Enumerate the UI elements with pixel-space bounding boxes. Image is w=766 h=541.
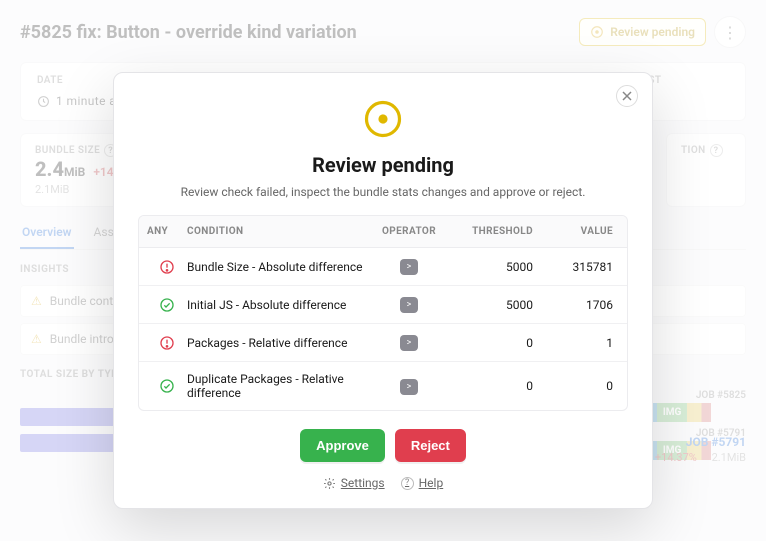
threshold-cell: 5000 — [449, 298, 539, 312]
conditions-table: ANY CONDITION OPERATOR THRESHOLD VALUE B… — [138, 215, 628, 411]
value-cell: 315781 — [539, 260, 619, 274]
condition-row: Bundle Size - Absolute difference >500031… — [139, 248, 627, 285]
close-button[interactable] — [616, 85, 638, 107]
condition-name: Duplicate Packages - Relative difference — [187, 372, 369, 400]
pass-icon — [147, 297, 187, 313]
condition-name: Bundle Size - Absolute difference — [187, 260, 369, 274]
operator-cell: > — [369, 296, 449, 313]
operator-badge: > — [400, 335, 418, 351]
gear-icon — [323, 477, 336, 490]
modal-title: Review pending — [138, 153, 628, 177]
value-cell: 1706 — [539, 298, 619, 312]
value-cell: 0 — [539, 379, 619, 393]
operator-badge: > — [400, 259, 418, 275]
close-icon — [622, 91, 632, 101]
pending-icon — [138, 97, 628, 141]
reject-button[interactable]: Reject — [395, 429, 466, 462]
operator-cell: > — [369, 258, 449, 275]
operator-badge: > — [400, 297, 418, 313]
threshold-cell: 0 — [449, 379, 539, 393]
operator-badge: > — [400, 379, 418, 395]
value-cell: 1 — [539, 336, 619, 350]
pass-icon — [147, 378, 187, 394]
threshold-cell: 5000 — [449, 260, 539, 274]
condition-name: Packages - Relative difference — [187, 336, 369, 350]
fail-icon — [147, 335, 187, 351]
condition-row: Duplicate Packages - Relative difference… — [139, 361, 627, 410]
condition-name: Initial JS - Absolute difference — [187, 298, 369, 312]
condition-row: Initial JS - Absolute difference >5000170… — [139, 285, 627, 323]
operator-cell: > — [369, 378, 449, 395]
threshold-cell: 0 — [449, 336, 539, 350]
help-link[interactable]: ? Help — [401, 476, 444, 490]
condition-row: Packages - Relative difference >01 — [139, 323, 627, 361]
help-icon: ? — [401, 477, 414, 490]
operator-cell: > — [369, 334, 449, 351]
settings-link[interactable]: Settings — [323, 476, 385, 490]
fail-icon — [147, 259, 187, 275]
review-modal: Review pending Review check failed, insp… — [113, 72, 653, 509]
approve-button[interactable]: Approve — [300, 429, 385, 462]
modal-subtitle: Review check failed, inspect the bundle … — [138, 185, 628, 199]
